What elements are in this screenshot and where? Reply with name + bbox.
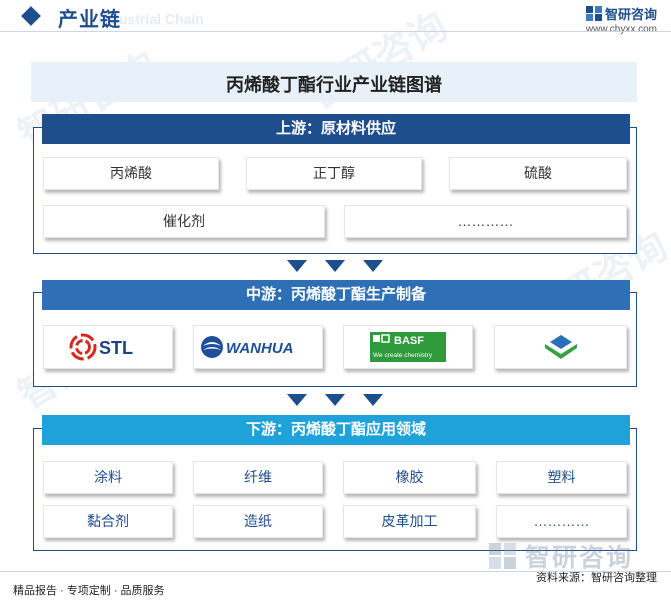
stl-logo-card: STL <box>43 325 173 369</box>
flow-arrow-icon <box>325 394 345 406</box>
footer-source: 资料来源：智研咨询整理 <box>536 572 657 584</box>
company-logo-card <box>494 325 627 369</box>
wanhua-logo: WANHUA <box>201 336 294 358</box>
upstream-item: 硫酸 <box>449 157 627 190</box>
brand-url: www.chyxx.com <box>585 24 657 35</box>
stl-logo-text: STL <box>99 338 133 358</box>
downstream-item: ………… <box>496 505 627 538</box>
flow-arrow-icon <box>363 260 383 272</box>
basf-logo: BASF We create chemistry <box>370 332 446 362</box>
flow-arrow-icon <box>287 260 307 272</box>
header-divider <box>0 31 671 32</box>
company-logo <box>544 335 577 359</box>
brand-logo-icon <box>585 6 602 21</box>
upstream-item: 丙烯酸 <box>43 157 219 190</box>
footer-slogan: 精品报告 · 专项定制 · 品质服务 <box>13 585 165 597</box>
basf-logo-text: BASF <box>394 335 424 347</box>
downstream-item: 皮革加工 <box>343 505 476 538</box>
downstream-title: 下游：丙烯酸丁酯应用领域 <box>42 415 630 445</box>
flow-arrow-icon <box>363 394 383 406</box>
upstream-item: 正丁醇 <box>246 157 422 190</box>
header-diamond-icon <box>21 6 41 26</box>
stl-logo: STL <box>69 333 133 361</box>
flow-arrow-icon <box>325 260 345 272</box>
flow-arrow-icon <box>287 394 307 406</box>
header-title: 产业链 <box>58 9 121 31</box>
downstream-item: 纤维 <box>193 461 323 494</box>
wanhua-logo-text: WANHUA <box>226 340 294 357</box>
footer-brand-logo-icon <box>489 543 516 569</box>
downstream-item: 涂料 <box>43 461 173 494</box>
brand-name: 智研咨询 <box>604 7 657 22</box>
upstream-title: 上游：原材料供应 <box>42 114 630 144</box>
basf-logo-card: BASF We create chemistry <box>343 325 473 369</box>
midstream-title: 中游：丙烯酸丁酯生产制备 <box>42 280 630 310</box>
upstream-item: ………… <box>344 205 627 238</box>
diagram-title: 丙烯酸丁酯行业产业链图谱 <box>226 75 442 95</box>
basf-logo-tagline: We create chemistry <box>373 352 433 359</box>
downstream-item: 橡胶 <box>343 461 476 494</box>
upstream-item: 催化剂 <box>43 205 325 238</box>
downstream-item: 造纸 <box>193 505 323 538</box>
downstream-item: 塑料 <box>496 461 627 494</box>
diagram-title-bar: 丙烯酸丁酯行业产业链图谱 <box>31 62 637 102</box>
wanhua-logo-card: WANHUA <box>193 325 323 369</box>
downstream-item: 黏合剂 <box>43 505 173 538</box>
